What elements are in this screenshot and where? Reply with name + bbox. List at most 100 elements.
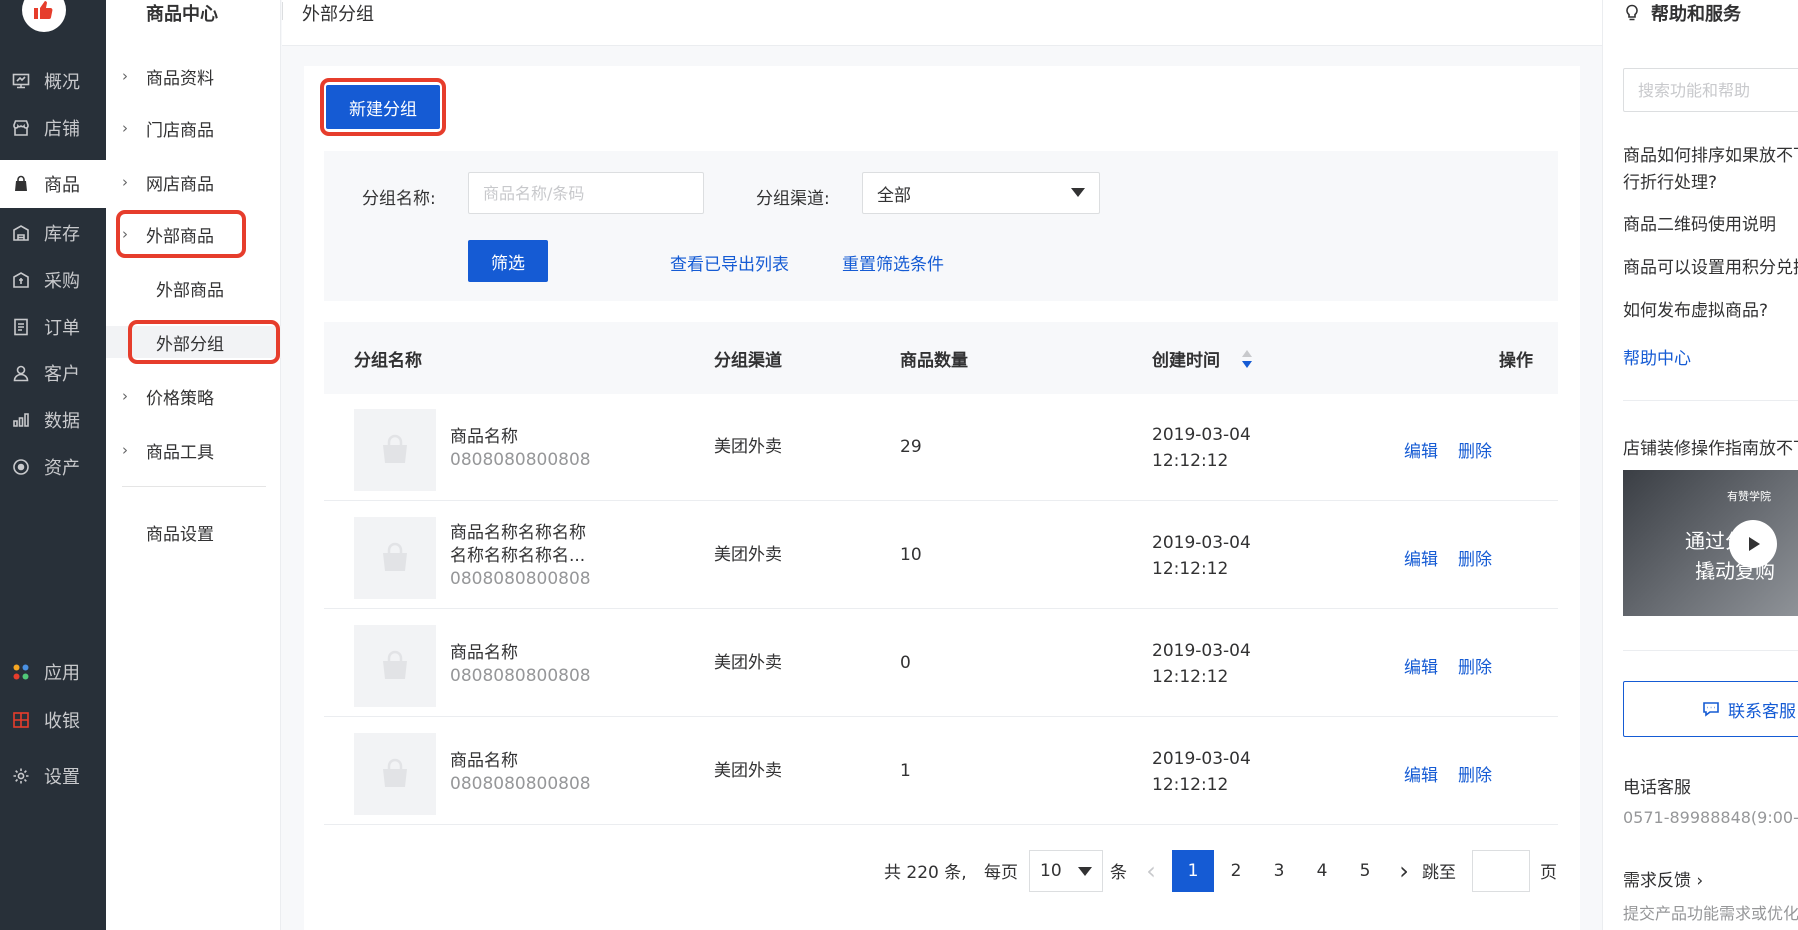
faq-item[interactable]: 商品二维码使用说明	[1623, 211, 1776, 239]
reset-filter-link[interactable]: 重置筛选条件	[842, 250, 944, 275]
top-bar: 外部分组	[282, 0, 1602, 46]
nav-item-settings[interactable]: 设置	[0, 752, 106, 800]
nav-item-label: 设置	[44, 767, 80, 788]
created-time: 12:12:12	[1152, 775, 1229, 795]
nav-item-cashier[interactable]: 收银	[0, 696, 106, 744]
logo[interactable]	[22, 0, 66, 32]
sort-icon[interactable]	[1241, 348, 1253, 370]
help-panel-title: 帮助和服务	[1623, 0, 1741, 26]
subnav-item-external-products[interactable]: › 外部商品	[106, 218, 281, 250]
faq-item[interactable]: 如何发布虚拟商品?	[1623, 297, 1768, 325]
created-time: 12:12:12	[1152, 667, 1229, 687]
product-code: 0808080800808	[450, 666, 591, 686]
help-center-link[interactable]: 帮助中心	[1623, 344, 1691, 369]
jump-page-input[interactable]	[1472, 850, 1530, 892]
video-tag: 有赞学院	[1727, 490, 1771, 503]
bag-placeholder-icon	[383, 650, 407, 679]
table-row: 商品名称 0808080800808 美团外卖 0 2019-03-04 12:…	[324, 610, 1558, 717]
column-header-count: 商品数量	[900, 351, 968, 371]
store-icon	[13, 120, 29, 136]
subnav-child-external-products[interactable]: 外部商品	[106, 272, 281, 304]
bar-chart-icon	[13, 413, 29, 427]
nav-item-inventory[interactable]: 库存	[0, 209, 106, 257]
main-card: 新建分组 分组名称: 分组渠道: 全部 筛选 查看已导出列表 重置筛选条件 分组…	[304, 66, 1580, 930]
product-thumbnail	[354, 625, 436, 707]
nav-item-label: 采购	[44, 271, 80, 292]
faq-item[interactable]: 商品可以设置用积分兑换	[1623, 254, 1798, 282]
feedback-subtitle: 提交产品功能需求或优化建议	[1623, 904, 1798, 923]
view-exported-link[interactable]: 查看已导出列表	[670, 250, 789, 275]
nav-item-overview[interactable]: 概况	[0, 57, 106, 105]
primary-nav: 概况 店铺 商品 库存 采购 订单 客户 数据 资产 应用 收银 设置	[0, 0, 106, 930]
contact-support-button[interactable]: 联系客服	[1623, 681, 1798, 737]
faq-item[interactable]: 商品如何排序如果放不下	[1623, 142, 1798, 170]
nav-item-data[interactable]: 数据	[0, 396, 106, 444]
product-code: 0808080800808	[450, 450, 591, 470]
subnav-item-store-products[interactable]: › 门店商品	[106, 112, 281, 144]
created-date: 2019-03-04	[1152, 749, 1251, 769]
nav-item-store[interactable]: 店铺	[0, 104, 106, 152]
breadcrumb: 外部分组	[302, 4, 374, 25]
lightbulb-icon	[1626, 4, 1638, 21]
edit-link[interactable]: 编辑	[1404, 437, 1438, 462]
page-size-unit: 条	[1110, 863, 1127, 883]
edit-link[interactable]: 编辑	[1404, 761, 1438, 786]
total-count: 共 220 条,	[884, 863, 967, 883]
subnav-item-label: 外部商品	[146, 226, 214, 247]
next-page-button[interactable]: ›	[1390, 850, 1418, 892]
subnav-item-online-products[interactable]: › 网店商品	[106, 166, 281, 198]
feedback-link[interactable]: 需求反馈 ›	[1623, 866, 1703, 891]
nav-item-orders[interactable]: 订单	[0, 303, 106, 351]
delete-link[interactable]: 删除	[1458, 545, 1492, 570]
delete-link[interactable]: 删除	[1458, 653, 1492, 678]
edit-link[interactable]: 编辑	[1404, 653, 1438, 678]
nav-item-purchase[interactable]: 采购	[0, 256, 106, 304]
page-button-4[interactable]: 4	[1301, 850, 1343, 892]
subnav-item-label: 商品设置	[146, 524, 214, 545]
subnav-item-label: 网店商品	[146, 174, 214, 195]
subnav-item-product-settings[interactable]: 商品设置	[106, 516, 281, 548]
delete-link[interactable]: 删除	[1458, 761, 1492, 786]
new-group-button[interactable]: 新建分组	[326, 85, 440, 129]
nav-item-customers[interactable]: 客户	[0, 349, 106, 397]
page-button-1[interactable]: 1	[1172, 850, 1214, 892]
product-name-line2: 名称名称名称名...	[450, 546, 586, 566]
chevron-right-icon: ›	[122, 173, 128, 191]
settings-icon	[13, 768, 29, 784]
jump-to-label: 跳至	[1422, 863, 1456, 883]
nav-item-products[interactable]: 商品	[0, 160, 106, 208]
count-cell: 0	[900, 653, 911, 673]
delete-link[interactable]: 删除	[1458, 437, 1492, 462]
filter-submit-button[interactable]: 筛选	[468, 240, 548, 282]
group-channel-select[interactable]: 全部	[862, 172, 1100, 214]
subnav-item-product-info[interactable]: › 商品资料	[106, 60, 281, 92]
play-icon[interactable]	[1729, 520, 1777, 568]
subnav-child-external-groups[interactable]: 外部分组	[106, 326, 281, 358]
guide-title[interactable]: 店铺装修操作指南放不下	[1623, 434, 1798, 459]
page-button-2[interactable]: 2	[1215, 850, 1257, 892]
subnav-item-product-tools[interactable]: › 商品工具	[106, 434, 281, 466]
nav-item-apps[interactable]: 应用	[0, 648, 106, 696]
column-header-created[interactable]: 创建时间	[1152, 346, 1220, 371]
help-search-input[interactable]	[1623, 68, 1798, 112]
table-row: 商品名称 0808080800808 美团外卖 29 2019-03-04 12…	[324, 394, 1558, 501]
faq-item-line2[interactable]: 行折行处理?	[1623, 169, 1717, 197]
filter-panel: 分组名称: 分组渠道: 全部 筛选 查看已导出列表 重置筛选条件	[324, 151, 1558, 301]
bag-placeholder-icon	[383, 758, 407, 787]
subnav-item-label: 价格策略	[146, 388, 214, 409]
edit-link[interactable]: 编辑	[1404, 545, 1438, 570]
nav-item-assets[interactable]: 资产	[0, 443, 106, 491]
group-name-input[interactable]	[468, 172, 704, 214]
prev-page-button[interactable]: ‹	[1136, 850, 1166, 892]
channel-cell: 美团外卖	[714, 437, 782, 457]
page-button-3[interactable]: 3	[1258, 850, 1300, 892]
thumbs-up-icon	[34, 0, 53, 20]
guide-video-thumbnail[interactable]: 有赞学院 通过分销 撬动复购	[1623, 470, 1798, 616]
subnav-item-price-strategy[interactable]: › 价格策略	[106, 380, 281, 412]
bag-icon	[15, 175, 27, 191]
subnav-item-label: 外部商品	[156, 280, 224, 301]
page-button-5[interactable]: 5	[1344, 850, 1386, 892]
customer-icon	[13, 365, 29, 382]
nav-item-label: 概况	[44, 72, 80, 93]
page-size-select[interactable]: 10	[1029, 850, 1103, 892]
